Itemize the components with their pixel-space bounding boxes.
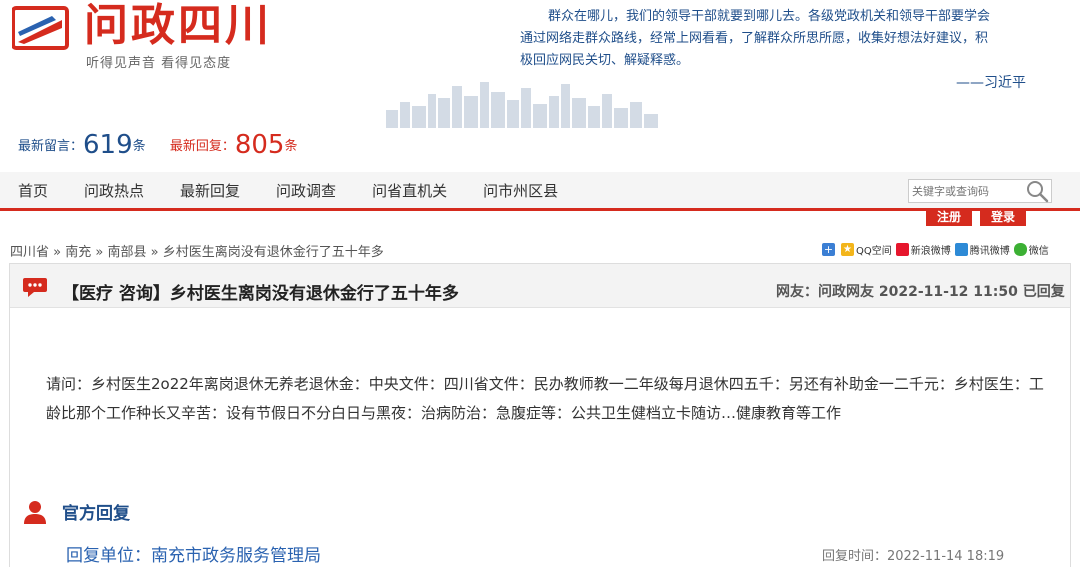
official-reply-heading: 官方回复 — [62, 504, 130, 524]
share-qzone[interactable]: ★ QQ空间 — [841, 242, 892, 257]
header-quote: 群众在哪儿，我们的领导干部就要到哪儿去。各级党政机关和领导干部要学会 通过网络走… — [520, 6, 1040, 72]
search-icon[interactable] — [1024, 178, 1050, 204]
share-wechat[interactable]: 微信 — [1013, 242, 1049, 257]
breadcrumb-separator: » — [91, 245, 108, 260]
quote-line: 群众在哪儿，我们的领导干部就要到哪儿去。各级党政机关和领导干部要学会 — [548, 9, 991, 24]
nav-item-latest-replies[interactable]: 最新回复 — [162, 172, 258, 210]
share-more[interactable]: + — [822, 243, 837, 256]
breadcrumb-city[interactable]: 南充 — [65, 245, 91, 260]
site-title[interactable]: 问政四川 — [84, 0, 272, 52]
post-body: 请问：乡村医生2o22年离岗退休无养老退休金：中央文件：四川省文件：民办教师教一… — [46, 375, 1044, 422]
new-replies-count: 805 — [234, 130, 285, 160]
share-tencent-weibo[interactable]: 腾讯微博 — [954, 242, 1010, 257]
new-messages-count: 619 — [83, 130, 133, 160]
plus-icon: + — [822, 243, 835, 256]
share-label: QQ空间 — [856, 246, 892, 257]
breadcrumb: 四川省 » 南充 » 南部县 » 乡村医生离岗没有退休金行了五十年多 — [10, 241, 384, 260]
person-icon — [24, 501, 46, 524]
skyline-decoration — [386, 82, 658, 128]
weibo-icon — [895, 243, 909, 256]
new-messages-unit: 条 — [132, 139, 146, 154]
breadcrumb-province[interactable]: 四川省 — [10, 245, 49, 260]
register-button[interactable]: 注册 — [926, 208, 972, 226]
search-input[interactable] — [909, 180, 1019, 203]
speech-bubble-icon — [23, 278, 47, 297]
reply-unit: 回复单位：南充市政务服务管理局 — [66, 546, 321, 566]
nav-item-survey[interactable]: 问政调查 — [258, 172, 354, 210]
new-replies-unit: 条 — [284, 139, 298, 154]
reply-time: 回复时间：2022-11-14 18:19 — [822, 549, 1005, 564]
nav-item-home[interactable]: 首页 — [0, 172, 66, 210]
main-nav: 首页 问政热点 最新回复 问政调查 问省直机关 问市州区县 — [0, 172, 576, 210]
new-replies-label: 最新回复： — [169, 139, 235, 154]
login-button[interactable]: 登录 — [980, 208, 1026, 226]
quote-line: 通过网络走群众路线，经常上网看看，了解群众所思所愿，收集好想法好建议，积 — [520, 31, 989, 46]
post-title: 【医疗 咨询】乡村医生离岗没有退休金行了五十年多 — [62, 284, 459, 304]
qzone-icon: ★ — [841, 243, 854, 256]
breadcrumb-separator: » — [49, 245, 66, 260]
breadcrumb-county[interactable]: 南部县 — [107, 245, 146, 260]
share-label: 腾讯微博 — [969, 246, 1010, 257]
wechat-icon — [1013, 243, 1027, 256]
share-sina-weibo[interactable]: 新浪微博 — [895, 242, 951, 257]
nav-item-provincial-agencies[interactable]: 问省直机关 — [354, 172, 465, 210]
quote-author: ——习近平 — [956, 75, 1026, 91]
message-stats: 最新留言：619条 最新回复：805条 — [18, 130, 297, 160]
tencent-weibo-icon — [954, 243, 968, 256]
share-label: 微信 — [1028, 246, 1049, 257]
share-label: 新浪微博 — [910, 246, 951, 257]
nav-item-city-districts[interactable]: 问市州区县 — [465, 172, 576, 210]
new-messages-label: 最新留言： — [18, 139, 84, 154]
post-meta: 网友：问政网友 2022-11-12 11:50 已回复 — [776, 284, 1065, 300]
site-slogan: 听得见声音 看得见态度 — [86, 56, 232, 71]
share-bar: + ★ QQ空间 新浪微博 腾讯微博 微信 — [822, 242, 1053, 257]
breadcrumb-current: 乡村医生离岗没有退休金行了五十年多 — [162, 245, 384, 260]
breadcrumb-separator: » — [146, 245, 163, 260]
quote-line: 极回应网民关切、解疑释惑。 — [520, 53, 690, 68]
site-logo-icon[interactable] — [12, 6, 70, 50]
nav-item-hot[interactable]: 问政热点 — [66, 172, 162, 210]
